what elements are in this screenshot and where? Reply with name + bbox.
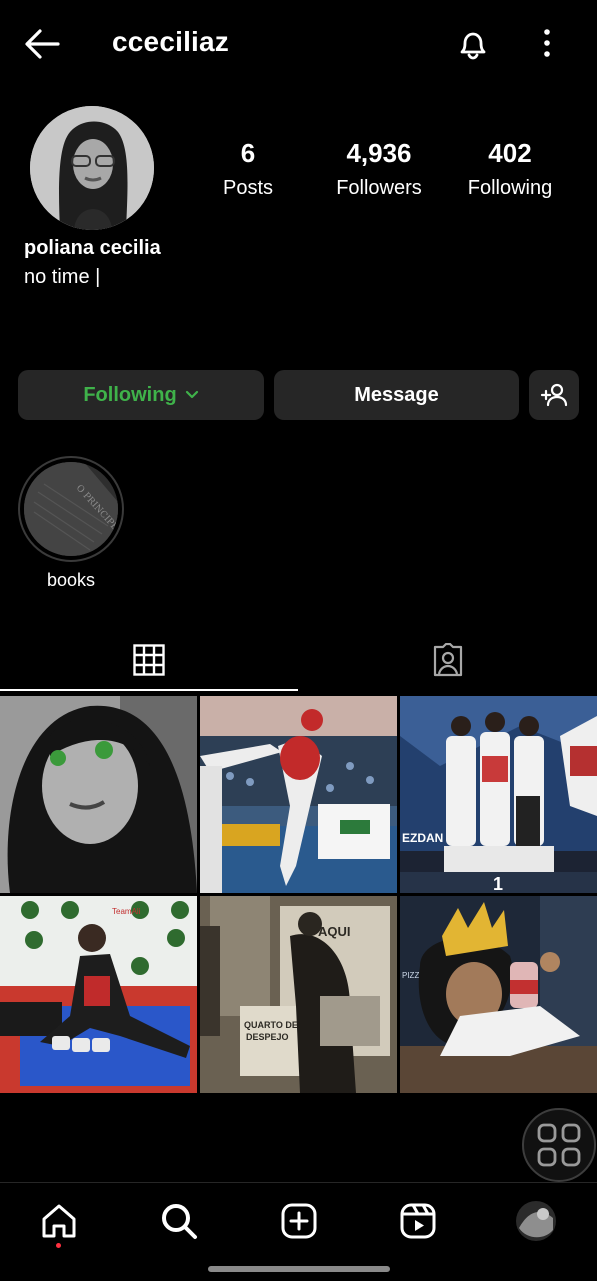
add-user-icon: [540, 382, 568, 408]
following-button[interactable]: Following: [18, 370, 264, 420]
stat-followers[interactable]: 4,936 Followers: [319, 138, 439, 200]
post-thumbnail-1[interactable]: [0, 696, 197, 893]
home-icon[interactable]: [37, 1199, 81, 1243]
post-thumbnail-6[interactable]: PIZZA MANOR: [400, 896, 597, 1093]
post-thumbnail-3[interactable]: 1 EZDAN: [400, 696, 597, 893]
tagged-person-icon: [430, 643, 466, 677]
grid-icon: [133, 644, 165, 676]
active-tab-indicator: [0, 689, 298, 691]
notification-dot: [56, 1243, 61, 1248]
stat-following-label: Following: [467, 177, 553, 199]
profile-name: poliana cecilia: [24, 237, 161, 259]
profile-avatar[interactable]: [30, 106, 154, 230]
profile-avatar[interactable]: [514, 1199, 558, 1243]
stat-followers-label: Followers: [336, 177, 422, 199]
profile-bio: no time |: [24, 266, 101, 288]
tab-tagged[interactable]: [299, 630, 597, 690]
arrow-left-icon[interactable]: [22, 24, 62, 64]
bell-icon[interactable]: [454, 24, 492, 62]
message-button[interactable]: Message: [274, 370, 519, 420]
banner-text: TeamAli: [112, 907, 141, 916]
highlight-cover[interactable]: O PRINCIPE: [24, 462, 118, 556]
reels-icon[interactable]: [396, 1199, 440, 1243]
banner-text: EZDAN: [402, 831, 443, 845]
stat-posts-label: Posts: [222, 177, 274, 199]
post-thumbnail-4[interactable]: TeamAli: [0, 896, 197, 1093]
system-home-indicator[interactable]: [208, 1266, 390, 1272]
stat-posts[interactable]: 6 Posts: [188, 138, 308, 200]
sign-line-3: DESPEJO: [246, 1032, 289, 1042]
sign-line-2: QUARTO DE: [244, 1020, 298, 1030]
highlight-label: books: [46, 570, 96, 590]
apps-grid-icon: [536, 1122, 582, 1168]
add-user-button[interactable]: [529, 370, 579, 420]
more-vertical-icon[interactable]: [533, 26, 561, 60]
profile-username: cceciliaz: [112, 26, 229, 57]
following-button-label: Following: [83, 383, 177, 406]
profile-header: cceciliaz: [0, 0, 597, 88]
sign-line-1: AQUI: [318, 924, 351, 939]
search-icon[interactable]: [157, 1199, 201, 1243]
stat-following-value: 402: [488, 138, 532, 168]
chevron-down-icon: [185, 390, 199, 400]
stat-followers-value: 4,936: [346, 138, 412, 168]
message-button-label: Message: [354, 383, 439, 406]
stat-posts-value: 6: [240, 138, 256, 168]
floating-grid-button[interactable]: [522, 1108, 596, 1182]
stat-following[interactable]: 402 Following: [450, 138, 570, 200]
post-thumbnail-5[interactable]: AQUI QUARTO DE DESPEJO: [200, 896, 397, 1093]
post-thumbnail-2[interactable]: [200, 696, 397, 893]
podium-number: 1: [493, 874, 503, 893]
tab-grid[interactable]: [0, 630, 298, 690]
create-icon[interactable]: [277, 1199, 321, 1243]
